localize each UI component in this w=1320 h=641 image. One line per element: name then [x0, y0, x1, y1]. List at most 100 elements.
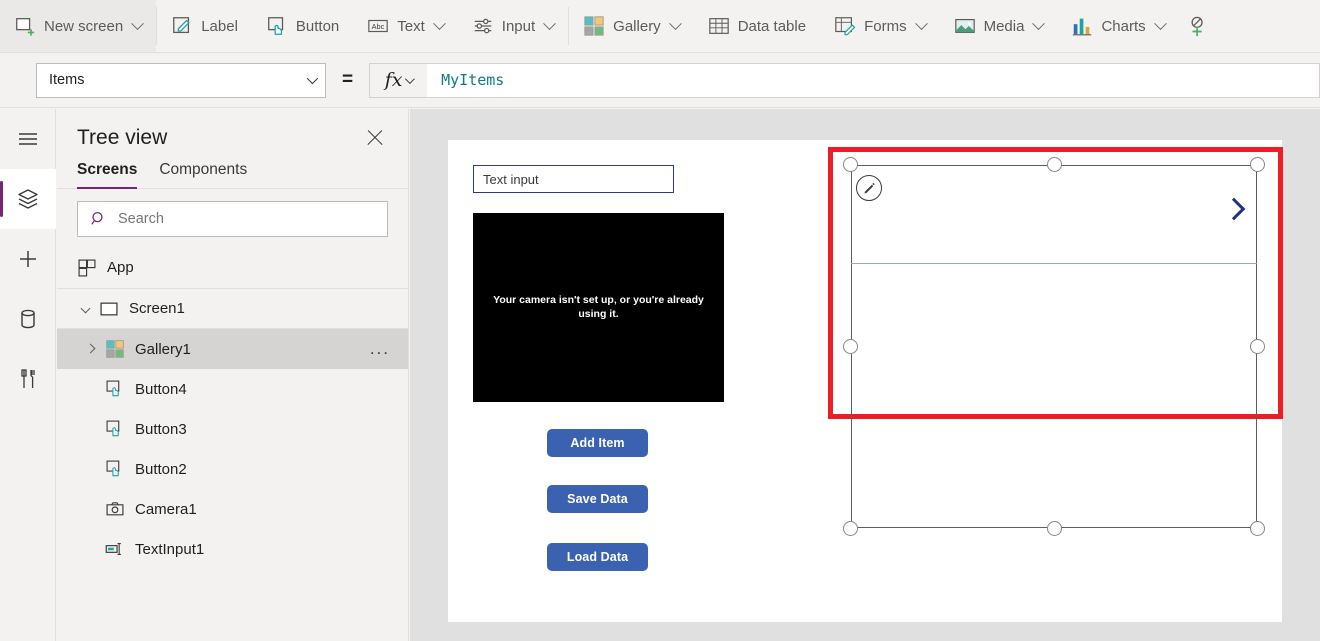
tree-item-app-label: App: [107, 259, 394, 276]
gallery-button[interactable]: Gallery: [569, 0, 694, 53]
database-icon: [16, 307, 40, 331]
rail-item-insert[interactable]: [0, 229, 56, 289]
button-icon: [105, 459, 125, 479]
input-sliders-icon: [472, 15, 494, 37]
search-input[interactable]: Search: [77, 201, 388, 237]
hamburger-icon: [16, 127, 40, 151]
input-button-label: Input: [502, 18, 535, 35]
tree-item-button4[interactable]: Button4: [57, 369, 408, 409]
camera-placeholder-message: Your camera isn't set up, or you're alre…: [473, 294, 724, 321]
tree-item-button3[interactable]: Button3: [57, 409, 408, 449]
resize-handle-bottom-center[interactable]: [1047, 521, 1062, 536]
canvas-save-data-button[interactable]: Save Data: [547, 485, 648, 513]
media-button[interactable]: Media: [940, 0, 1058, 53]
data-table-icon: [708, 15, 730, 37]
canvas-text-input-value: Text input: [483, 172, 539, 187]
chevron-right-icon[interactable]: [83, 340, 101, 358]
cmd-group-basics: Label Button Abc Text: [157, 0, 568, 53]
data-table-button[interactable]: Data table: [694, 0, 820, 53]
formula-input[interactable]: MyItems: [427, 63, 1320, 98]
chevron-down-icon[interactable]: [77, 300, 95, 318]
canvas-load-data-label: Load Data: [567, 550, 628, 564]
svg-text:Abc: Abc: [372, 22, 385, 31]
tree-item-button2[interactable]: Button2: [57, 449, 408, 489]
tab-components[interactable]: Components: [159, 161, 247, 188]
screen-icon: [99, 299, 119, 319]
pencil-icon[interactable]: [856, 175, 882, 201]
button-button-label: Button: [296, 18, 339, 35]
button-button[interactable]: Button: [252, 0, 353, 53]
cmd-group-data: Gallery Data table Forms: [569, 0, 1214, 53]
tab-screens[interactable]: Screens: [77, 161, 137, 188]
gallery-icon: [105, 339, 125, 359]
input-button[interactable]: Input: [458, 0, 568, 53]
icons-button[interactable]: [1179, 0, 1215, 53]
tree-view-panel: Tree view Screens Components Search App: [57, 109, 409, 641]
new-screen-label: New screen: [44, 18, 123, 35]
new-screen-button[interactable]: New screen: [0, 0, 156, 53]
resize-handle-top-left[interactable]: [843, 157, 858, 172]
resize-handle-top-right[interactable]: [1250, 157, 1265, 172]
text-button[interactable]: Abc Text: [353, 0, 458, 53]
label-button-label: Label: [201, 18, 238, 35]
resize-handle-middle-left[interactable]: [843, 339, 858, 354]
property-dropdown-value: Items: [49, 72, 84, 88]
tree-item-button3-label: Button3: [135, 421, 394, 438]
resize-handle-bottom-right[interactable]: [1250, 521, 1265, 536]
app-icon: [77, 258, 97, 278]
search-icon: [90, 210, 108, 228]
canvas-gallery1[interactable]: [851, 165, 1257, 528]
close-icon[interactable]: [362, 125, 388, 151]
forms-button[interactable]: Forms: [820, 0, 940, 53]
canvas-load-data-button[interactable]: Load Data: [547, 543, 648, 571]
formula-text: MyItems: [441, 71, 504, 89]
charts-button[interactable]: Charts: [1057, 0, 1178, 53]
rail-item-data[interactable]: [0, 289, 56, 349]
layers-icon: [16, 187, 40, 211]
rail-item-tree-view[interactable]: [0, 169, 56, 229]
resize-handle-top-center[interactable]: [1047, 157, 1062, 172]
tree-item-camera1[interactable]: Camera1: [57, 489, 408, 529]
chevron-down-icon: [543, 17, 556, 30]
rail-item-advanced-tools[interactable]: [0, 349, 56, 409]
gallery-outline: [851, 165, 1257, 528]
charts-button-label: Charts: [1101, 18, 1145, 35]
formula-bar: Items = fx MyItems: [0, 53, 1320, 108]
canvas-camera-control[interactable]: Your camera isn't set up, or you're alre…: [473, 213, 724, 402]
canvas-add-item-button[interactable]: Add Item: [547, 429, 648, 457]
label-button[interactable]: Label: [157, 0, 252, 53]
forms-icon: [834, 15, 856, 37]
chevron-down-icon: [669, 17, 682, 30]
canvas-text-input[interactable]: Text input: [473, 165, 674, 193]
property-dropdown[interactable]: Items: [36, 63, 326, 98]
tree-view-search-wrap: Search: [57, 189, 408, 247]
tree-item-screen1-label: Screen1: [129, 300, 394, 317]
resize-handle-middle-right[interactable]: [1250, 339, 1265, 354]
tree-item-overflow-button[interactable]: ...: [370, 339, 394, 359]
tree-item-gallery1[interactable]: Gallery1 ...: [57, 329, 408, 369]
plus-icon: [16, 247, 40, 271]
tree-item-camera1-label: Camera1: [135, 501, 394, 518]
tree-item-textinput1[interactable]: TextInput1: [57, 529, 408, 569]
chevron-down-icon: [1033, 17, 1046, 30]
tree-item-screen1[interactable]: Screen1: [57, 289, 408, 329]
tree-item-gallery1-label: Gallery1: [135, 341, 370, 358]
data-table-button-label: Data table: [738, 18, 806, 35]
chevron-down-icon: [915, 17, 928, 30]
camera-icon: [105, 499, 125, 519]
equals-sign: =: [342, 69, 353, 91]
powerapps-studio: New screen Label Button: [0, 0, 1320, 641]
tree-item-button4-label: Button4: [135, 381, 394, 398]
tree-item-app[interactable]: App: [57, 247, 408, 289]
chevron-down-icon: [1154, 17, 1167, 30]
gallery-selection-highlight: [828, 147, 1283, 419]
tree-view-tabs: Screens Components: [57, 161, 408, 189]
resize-handle-bottom-left[interactable]: [843, 521, 858, 536]
screen-canvas[interactable]: Text input Your camera isn't set up, or …: [448, 140, 1282, 622]
search-placeholder: Search: [118, 211, 164, 227]
chevron-down-icon: [131, 17, 144, 30]
rail-item-hamburger-menu[interactable]: [0, 109, 56, 169]
fx-dropdown-button[interactable]: fx: [369, 63, 427, 98]
gallery-item-divider: [851, 263, 1257, 264]
tools-icon: [16, 367, 40, 391]
